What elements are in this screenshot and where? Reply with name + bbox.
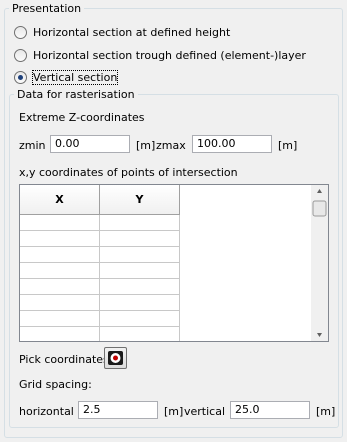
- x-cell[interactable]: [20, 311, 100, 327]
- column-header-x[interactable]: X: [20, 185, 100, 214]
- target-icon: [108, 351, 123, 365]
- table-row[interactable]: [20, 263, 180, 279]
- rasterisation-legend: Data for rasterisation: [17, 88, 135, 101]
- vertical-label: vertical: [184, 405, 226, 418]
- radio-label: Horizontal section at defined height: [33, 25, 231, 39]
- table-row[interactable]: [20, 295, 180, 311]
- x-cell[interactable]: [20, 215, 100, 231]
- table-row[interactable]: [20, 279, 180, 295]
- vertical-unit: [m]: [316, 405, 336, 418]
- y-cell[interactable]: [100, 215, 180, 231]
- horizontal-spacing-field[interactable]: 2.5: [78, 401, 158, 419]
- radio-horizontal-layer[interactable]: Horizontal section trough defined (eleme…: [14, 47, 306, 63]
- extreme-z-label: Extreme Z-coordinates: [19, 111, 145, 124]
- table-row[interactable]: [20, 247, 180, 263]
- x-cell[interactable]: [20, 279, 100, 295]
- horizontal-unit: [m]: [164, 405, 184, 418]
- arrow-down-icon: [317, 333, 322, 337]
- radio-label: Vertical section: [31, 69, 119, 85]
- radio-label: Horizontal section trough defined (eleme…: [33, 48, 306, 62]
- table-row[interactable]: [20, 327, 180, 341]
- y-cell[interactable]: [100, 247, 180, 263]
- x-cell[interactable]: [20, 327, 100, 341]
- zmin-unit: [m]: [136, 139, 156, 152]
- pick-coordinates-label: Pick coordinates: [19, 353, 109, 366]
- table-row[interactable]: [20, 215, 180, 231]
- y-cell[interactable]: [100, 311, 180, 327]
- pick-coordinates-button[interactable]: [104, 347, 127, 369]
- zmax-field[interactable]: 100.00: [192, 135, 272, 153]
- radio-button[interactable]: [14, 25, 27, 39]
- horizontal-label: horizontal: [19, 405, 74, 418]
- table-row[interactable]: [20, 311, 180, 327]
- scrollbar-graphic: [312, 189, 327, 337]
- radio-button-checked[interactable]: [14, 70, 27, 84]
- coordinates-table[interactable]: X Y: [19, 184, 329, 342]
- radio-vertical-section[interactable]: Vertical section: [14, 69, 119, 85]
- y-cell[interactable]: [100, 263, 180, 279]
- arrow-up-icon: [317, 189, 322, 193]
- x-cell[interactable]: [20, 263, 100, 279]
- table-row[interactable]: [20, 231, 180, 247]
- grid-spacing-label: Grid spacing:: [19, 378, 92, 391]
- presentation-legend: Presentation: [12, 2, 82, 15]
- y-cell[interactable]: [100, 231, 180, 247]
- radio-horizontal-height[interactable]: Horizontal section at defined height: [14, 24, 230, 40]
- zmin-label: zmin: [19, 139, 46, 152]
- y-cell[interactable]: [100, 279, 180, 295]
- x-cell[interactable]: [20, 247, 100, 263]
- y-cell[interactable]: [100, 327, 180, 341]
- x-cell[interactable]: [20, 231, 100, 247]
- radio-button[interactable]: [14, 48, 27, 62]
- vertical-spacing-field[interactable]: 25.0: [230, 401, 310, 419]
- scroll-thumb: [312, 200, 327, 217]
- zmax-unit: [m]: [278, 139, 298, 152]
- zmin-field[interactable]: 0.00: [50, 135, 130, 153]
- table-header: X Y: [20, 185, 180, 215]
- column-header-y[interactable]: Y: [100, 185, 180, 214]
- zmax-label: zmax: [156, 139, 186, 152]
- y-cell[interactable]: [100, 295, 180, 311]
- x-cell[interactable]: [20, 295, 100, 311]
- xy-coordinates-label: x,y coordinates of points of intersectio…: [19, 166, 238, 179]
- vertical-scrollbar[interactable]: [311, 185, 328, 341]
